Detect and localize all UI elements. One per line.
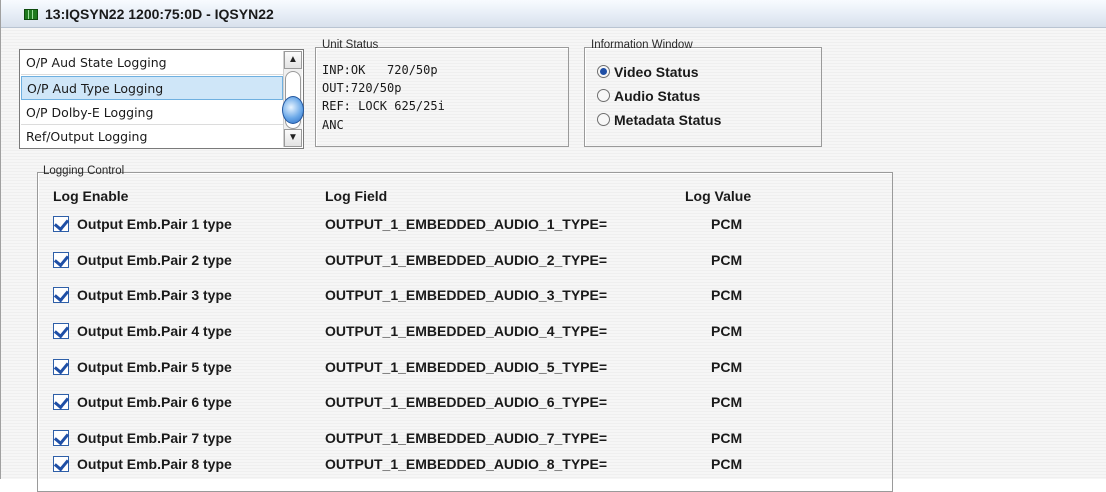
log-enable-label: Output Emb.Pair 3 type xyxy=(77,287,232,303)
checkbox-checked-icon[interactable] xyxy=(53,359,69,375)
audio-status-label: Audio Status xyxy=(614,88,701,104)
table-row: Output Emb.Pair 8 type OUTPUT_1_EMBEDDED… xyxy=(1,455,1106,479)
log-value: PCM xyxy=(711,287,743,303)
metadata-status-radio[interactable]: Metadata Status xyxy=(597,112,721,130)
log-value: PCM xyxy=(711,430,743,446)
anc-status: ANC xyxy=(322,118,344,132)
table-row: Output Emb.Pair 3 type OUTPUT_1_EMBEDDED… xyxy=(1,286,1106,310)
list-item[interactable]: O/P Dolby-E Logging xyxy=(21,101,283,125)
log-value: PCM xyxy=(711,394,743,410)
radio-checked-icon[interactable] xyxy=(597,65,610,78)
log-value: PCM xyxy=(711,216,743,232)
unit-status-label: Unit Status xyxy=(322,39,379,51)
log-field: OUTPUT_1_EMBEDDED_AUDIO_5_TYPE= xyxy=(325,359,608,375)
checkbox-checked-icon[interactable] xyxy=(53,456,69,472)
list-item-selected[interactable]: O/P Aud Type Logging xyxy=(21,76,283,100)
table-row: Output Emb.Pair 7 type OUTPUT_1_EMBEDDED… xyxy=(1,429,1106,453)
video-status-radio[interactable]: Video Status xyxy=(597,64,699,82)
log-enable-label: Output Emb.Pair 1 type xyxy=(77,216,232,232)
log-value: PCM xyxy=(711,359,743,375)
log-enable-label: Output Emb.Pair 4 type xyxy=(77,323,232,339)
log-enable-label: Output Emb.Pair 8 type xyxy=(77,456,232,472)
title-bar[interactable]: 13:IQSYN22 1200:75:0D - IQSYN22 xyxy=(1,0,1106,28)
table-row: Output Emb.Pair 2 type OUTPUT_1_EMBEDDED… xyxy=(1,251,1106,275)
information-window-label: Information Window xyxy=(591,39,693,51)
log-field: OUTPUT_1_EMBEDDED_AUDIO_1_TYPE= xyxy=(325,216,608,232)
output-status: OUT:720/50p xyxy=(322,81,402,95)
checkbox-checked-icon[interactable] xyxy=(53,287,69,303)
table-row: Output Emb.Pair 1 type OUTPUT_1_EMBEDDED… xyxy=(1,215,1106,239)
log-enable-label: Output Emb.Pair 5 type xyxy=(77,359,232,375)
logging-control-label: Logging Control xyxy=(43,165,125,177)
list-item[interactable]: O/P Aud State Logging xyxy=(21,51,283,75)
chevron-down-icon[interactable]: ▼ xyxy=(284,129,302,147)
checkbox-checked-icon[interactable] xyxy=(53,216,69,232)
log-enable-label: Output Emb.Pair 6 type xyxy=(77,394,232,410)
log-field: OUTPUT_1_EMBEDDED_AUDIO_3_TYPE= xyxy=(325,287,608,303)
log-value: PCM xyxy=(711,323,743,339)
radio-unchecked-icon[interactable] xyxy=(597,89,610,102)
log-enable-label: Output Emb.Pair 7 type xyxy=(77,430,232,446)
reference-status: REF: LOCK 625/25i xyxy=(322,99,445,113)
table-row: Output Emb.Pair 6 type OUTPUT_1_EMBEDDED… xyxy=(1,393,1106,417)
log-field: OUTPUT_1_EMBEDDED_AUDIO_6_TYPE= xyxy=(325,394,608,410)
table-row: Output Emb.Pair 5 type OUTPUT_1_EMBEDDED… xyxy=(1,358,1106,382)
audio-status-radio[interactable]: Audio Status xyxy=(597,88,700,106)
log-value-header: Log Value xyxy=(685,188,752,204)
log-enable-label: Output Emb.Pair 2 type xyxy=(77,252,232,268)
log-value: PCM xyxy=(711,252,743,268)
scroll-thumb[interactable] xyxy=(282,96,304,124)
metadata-status-label: Metadata Status xyxy=(614,112,722,128)
list-item[interactable]: Ref/Output Logging xyxy=(21,125,283,149)
log-field: OUTPUT_1_EMBEDDED_AUDIO_4_TYPE= xyxy=(325,323,608,339)
checkbox-checked-icon[interactable] xyxy=(53,323,69,339)
checkbox-checked-icon[interactable] xyxy=(53,394,69,410)
list-scrollbar[interactable]: ▲ ▼ xyxy=(282,51,304,147)
log-enable-header: Log Enable xyxy=(53,188,129,204)
input-status: INP:OK 720/50p xyxy=(322,63,438,77)
app-window: 13:IQSYN22 1200:75:0D - IQSYN22 O/P Aud … xyxy=(0,0,1106,492)
checkbox-checked-icon[interactable] xyxy=(53,430,69,446)
log-field: OUTPUT_1_EMBEDDED_AUDIO_2_TYPE= xyxy=(325,252,608,268)
window-title: 13:IQSYN22 1200:75:0D - IQSYN22 xyxy=(45,6,274,22)
log-field: OUTPUT_1_EMBEDDED_AUDIO_8_TYPE= xyxy=(325,456,608,472)
chevron-up-icon[interactable]: ▲ xyxy=(284,51,302,69)
log-field-header: Log Field xyxy=(325,188,388,204)
table-row: Output Emb.Pair 4 type OUTPUT_1_EMBEDDED… xyxy=(1,322,1106,346)
radio-unchecked-icon[interactable] xyxy=(597,113,610,126)
log-category-list[interactable]: O/P Aud State Logging O/P Aud Type Loggi… xyxy=(19,49,304,149)
log-value: PCM xyxy=(711,456,743,472)
checkbox-checked-icon[interactable] xyxy=(53,252,69,268)
unit-status-group xyxy=(315,47,569,147)
log-field: OUTPUT_1_EMBEDDED_AUDIO_7_TYPE= xyxy=(325,430,608,446)
device-icon xyxy=(24,9,38,20)
video-status-label: Video Status xyxy=(614,64,699,80)
